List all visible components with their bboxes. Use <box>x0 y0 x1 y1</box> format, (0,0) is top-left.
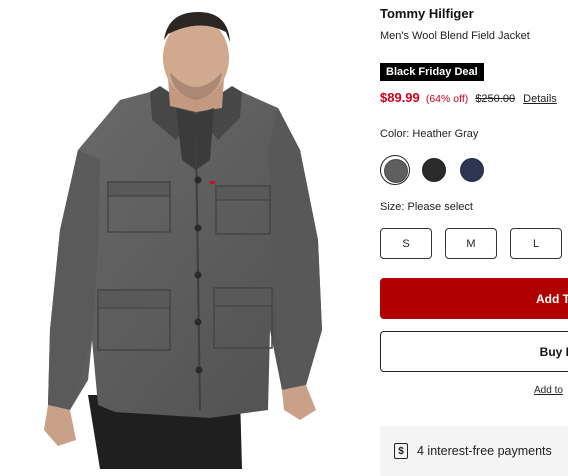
sale-price: $89.99 <box>380 90 420 105</box>
brand-name[interactable]: Tommy Hilfiger <box>380 6 474 21</box>
color-swatches <box>380 155 568 187</box>
jacket-model-photo <box>44 12 322 469</box>
size-label: Size: Please select <box>380 201 473 213</box>
add-to-list-link[interactable]: Add to <box>534 385 563 396</box>
swatch-navy[interactable] <box>457 155 487 185</box>
swatch-black[interactable] <box>419 155 449 185</box>
add-to-bag-button[interactable]: Add T <box>380 278 568 319</box>
size-button-l[interactable]: L <box>510 228 562 259</box>
color-label: Color: Heather Gray <box>380 128 479 140</box>
original-price: $250.00 <box>475 93 516 105</box>
price-row: $89.99 (64% off) $250.00 Details <box>380 90 557 105</box>
price-details-link[interactable]: Details <box>523 93 557 105</box>
dollar-icon: $ <box>394 443 408 459</box>
discount-percent: (64% off) <box>425 93 469 105</box>
swatch-black-chip <box>422 158 446 182</box>
swatch-heather-gray-chip <box>384 159 408 183</box>
payments-text: 4 interest-free payments <box>417 444 552 458</box>
buy-now-button[interactable]: Buy I <box>380 331 568 372</box>
size-button-m[interactable]: M <box>445 228 497 259</box>
product-image[interactable] <box>0 0 356 469</box>
product-info-panel: Tommy Hilfiger Men's Wool Blend Field Ja… <box>380 0 568 476</box>
swatch-navy-chip <box>460 158 484 182</box>
size-button-s[interactable]: S <box>380 228 432 259</box>
deal-badge: Black Friday Deal <box>380 63 484 81</box>
product-title: Men's Wool Blend Field Jacket <box>380 30 530 42</box>
swatch-heather-gray[interactable] <box>380 155 410 185</box>
